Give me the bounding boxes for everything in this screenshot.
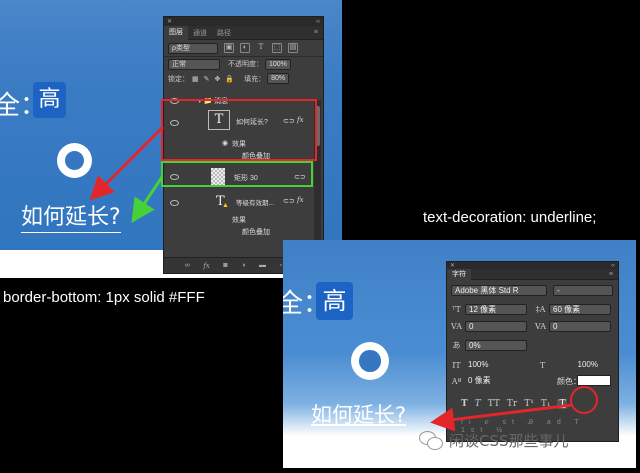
red-arrow: [430, 403, 573, 432]
red-arrow: [89, 125, 165, 201]
green-arrow: [131, 176, 164, 223]
annotation-arrows: [89, 125, 573, 432]
